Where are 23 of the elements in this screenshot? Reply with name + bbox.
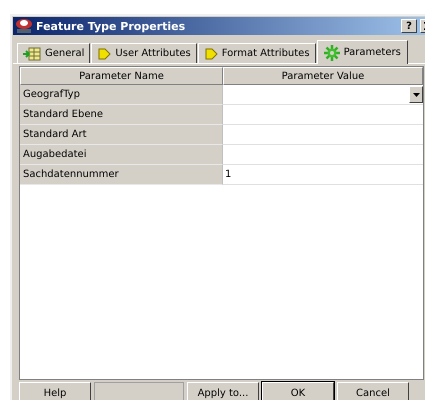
table-cell: GeografTyp (20, 85, 223, 105)
table-cell: Standard Ebene (20, 105, 223, 125)
column-header[interactable]: Parameter Name (20, 67, 223, 85)
tab[interactable]: User Attributes (91, 43, 197, 63)
tab[interactable]: General (17, 43, 90, 63)
app-icon (15, 18, 33, 34)
diamond-icon (204, 46, 218, 60)
table-cell: Augabedatei (20, 145, 223, 165)
window-title: Feature Type Properties (36, 20, 186, 32)
gear-icon (324, 44, 340, 60)
dialog-button[interactable]: OK (262, 382, 334, 400)
table-cell: Standard Art (20, 125, 223, 145)
tab[interactable]: Parameters (316, 40, 408, 64)
dialog-button[interactable]: Help (19, 382, 91, 400)
tab[interactable]: Format Attributes (198, 43, 316, 63)
dialog-button[interactable]: Apply to... (187, 382, 259, 400)
column-header[interactable]: Parameter Value (223, 67, 423, 85)
diamond-icon (97, 46, 112, 60)
help-button[interactable]: ? (401, 19, 417, 33)
value-field[interactable]: 1 (223, 165, 423, 185)
table-icon (23, 46, 41, 60)
table-cell: Sachdatennummer (20, 165, 223, 185)
dialog-button[interactable]: Cancel (337, 382, 409, 400)
